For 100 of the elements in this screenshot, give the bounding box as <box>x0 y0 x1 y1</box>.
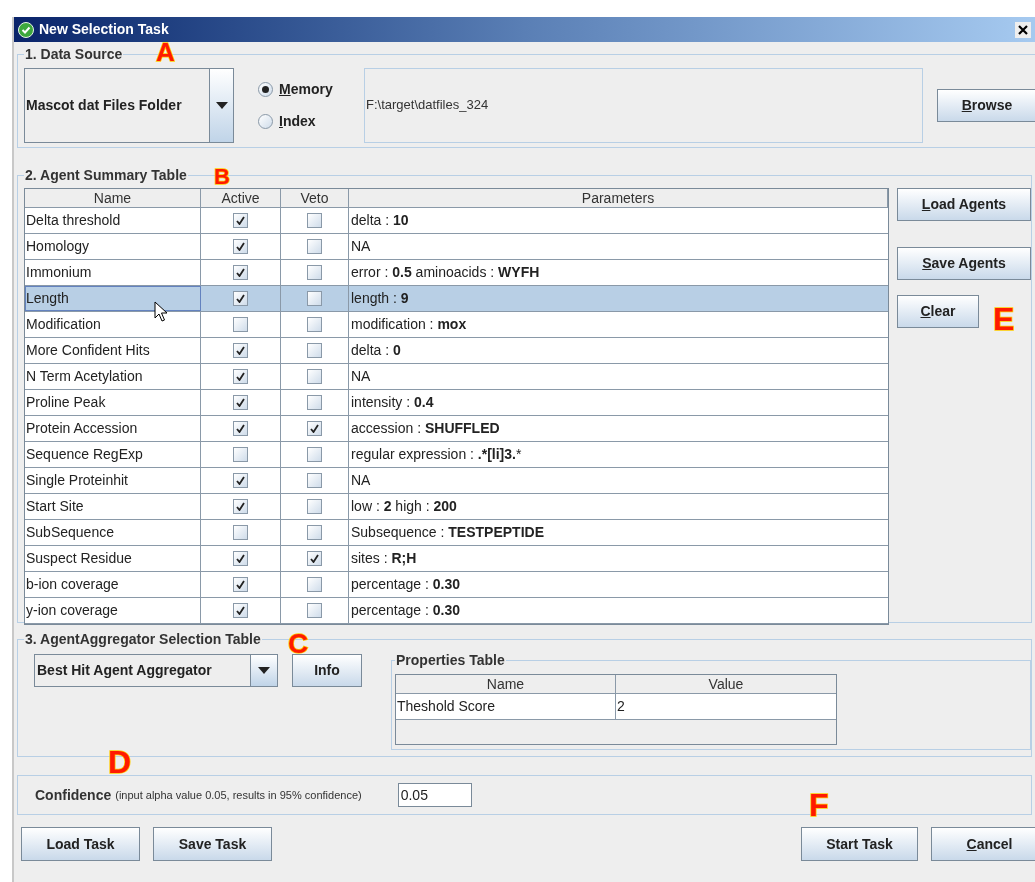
checkbox[interactable] <box>307 525 322 540</box>
table-row[interactable]: Modification modification : mox <box>25 312 888 338</box>
table-row[interactable]: Protein Accession accession : SHUFFLED <box>25 416 888 442</box>
table-cell: Length <box>25 286 201 311</box>
checkbox[interactable] <box>307 343 322 358</box>
check-icon <box>236 294 245 303</box>
table-row[interactable]: y-ion coverage percentage : 0.30 <box>25 598 888 624</box>
column-header[interactable]: Name <box>396 675 616 693</box>
check-icon <box>236 580 245 589</box>
table-cell: Protein Accession <box>25 416 201 441</box>
checkbox[interactable] <box>233 291 248 306</box>
table-cell: N Term Acetylation <box>25 364 201 389</box>
checkbox[interactable] <box>233 577 248 592</box>
table-cell: SubSequence <box>25 520 201 545</box>
table-row[interactable]: Proline Peak intensity : 0.4 <box>25 390 888 416</box>
check-icon <box>236 216 245 225</box>
checkbox[interactable] <box>233 551 248 566</box>
checkbox[interactable] <box>233 239 248 254</box>
table-row[interactable]: SubSequence Subsequence : TESTPEPTIDE <box>25 520 888 546</box>
callout-letter: B <box>214 166 230 188</box>
toolbar-button[interactable]: Clear <box>897 295 979 328</box>
checkbox[interactable] <box>233 421 248 436</box>
check-icon <box>236 398 245 407</box>
checkbox[interactable] <box>307 577 322 592</box>
table-cell-text: NA <box>350 471 372 490</box>
column-header[interactable]: Parameters <box>349 189 888 207</box>
checkbox[interactable] <box>307 551 322 566</box>
table-cell: Proline Peak <box>25 390 201 415</box>
callout-letter: D <box>108 746 132 778</box>
checkbox[interactable] <box>307 447 322 462</box>
checkbox[interactable] <box>233 343 248 358</box>
table-cell-text: Subsequence : TESTPEPTIDE <box>350 523 545 542</box>
checkbox[interactable] <box>233 525 248 540</box>
toolbar-button[interactable]: Load Agents <box>897 188 1031 221</box>
table-row[interactable]: More Confident Hits delta : 0 <box>25 338 888 364</box>
checkbox[interactable] <box>233 213 248 228</box>
checkbox[interactable] <box>307 421 322 436</box>
table-row[interactable]: Delta threshold delta : 10 <box>25 208 888 234</box>
dropdown-value: Best Hit Agent Aggregator <box>36 661 213 680</box>
table-row[interactable]: Start Site low : 2 high : 200 <box>25 494 888 520</box>
path-field[interactable]: F:\target\datfiles_324 <box>364 67 923 143</box>
footer-button[interactable]: Load Task <box>21 827 140 861</box>
cursor-icon <box>154 301 170 323</box>
table-cell-text: percentage : 0.30 <box>350 575 461 594</box>
info-button[interactable]: Info <box>292 654 362 687</box>
confidence-input[interactable]: 0.05 <box>397 783 472 807</box>
checkbox[interactable] <box>233 499 248 514</box>
checkbox[interactable] <box>233 395 248 410</box>
checkbox[interactable] <box>307 603 322 618</box>
footer-button[interactable]: Cancel <box>931 827 1035 861</box>
column-header[interactable]: Value <box>616 675 836 693</box>
checkbox[interactable] <box>307 265 322 280</box>
footer-button[interactable]: Save Task <box>153 827 272 861</box>
checkbox[interactable] <box>307 291 322 306</box>
table-cell-text: accession : SHUFFLED <box>350 419 501 438</box>
check-icon <box>236 606 245 615</box>
table-row[interactable]: Suspect Residue sites : R;H <box>25 546 888 572</box>
radio-label: Index <box>279 111 316 131</box>
table-row[interactable]: Homology NA <box>25 234 888 260</box>
checkbox[interactable] <box>233 447 248 462</box>
table-cell-text: delta : 10 <box>350 211 410 230</box>
section-title: 2. Agent Summary Table <box>24 166 188 185</box>
footer-button[interactable]: Start Task <box>801 827 918 861</box>
checkbox[interactable] <box>307 395 322 410</box>
table-cell: Single Proteinhit <box>25 468 201 493</box>
table-cell-text: regular expression : .*[li]3.* <box>350 445 523 464</box>
checkbox[interactable] <box>233 603 248 618</box>
checkbox[interactable] <box>233 317 248 332</box>
table-cell-text: delta : 0 <box>350 341 402 360</box>
toolbar-button[interactable]: Save Agents <box>897 247 1031 280</box>
table-row[interactable]: Length length : 9 <box>25 286 888 312</box>
checkbox[interactable] <box>307 239 322 254</box>
table-row[interactable]: N Term Acetylation NA <box>25 364 888 390</box>
radio-button[interactable] <box>258 81 273 97</box>
table-cell: y-ion coverage <box>25 598 201 623</box>
table-row[interactable]: Immonium error : 0.5 aminoacids : WYFH <box>25 260 888 286</box>
table-row[interactable]: Single Proteinhit NA <box>25 468 888 494</box>
column-header[interactable]: Active <box>201 189 281 207</box>
checkbox[interactable] <box>307 213 322 228</box>
aggregator-dropdown[interactable]: Best Hit Agent Aggregator <box>34 654 278 687</box>
checkbox[interactable] <box>233 369 248 384</box>
checkbox[interactable] <box>307 369 322 384</box>
checkbox[interactable] <box>233 473 248 488</box>
section-title: 1. Data Source <box>24 45 124 64</box>
window-title: New Selection Task <box>39 20 169 39</box>
checkbox[interactable] <box>307 317 322 332</box>
checkbox[interactable] <box>307 473 322 488</box>
table-row[interactable]: b-ion coverage percentage : 0.30 <box>25 572 888 598</box>
column-header[interactable]: Name <box>25 189 201 207</box>
table-row[interactable]: Sequence RegExp regular expression : .*[li]3.* <box>25 442 888 468</box>
source-dropdown[interactable]: Mascot dat Files Folder <box>24 67 234 143</box>
close-button[interactable] <box>1015 21 1031 38</box>
dropdown-value: Mascot dat Files Folder <box>25 95 183 115</box>
check-icon <box>236 476 245 485</box>
browse-button[interactable]: Browse <box>937 88 1035 122</box>
checkbox[interactable] <box>307 499 322 514</box>
radio-button[interactable] <box>258 113 273 129</box>
column-header[interactable]: Veto <box>281 189 349 207</box>
checkbox[interactable] <box>233 265 248 280</box>
table-cell-text: intensity : 0.4 <box>350 393 435 412</box>
